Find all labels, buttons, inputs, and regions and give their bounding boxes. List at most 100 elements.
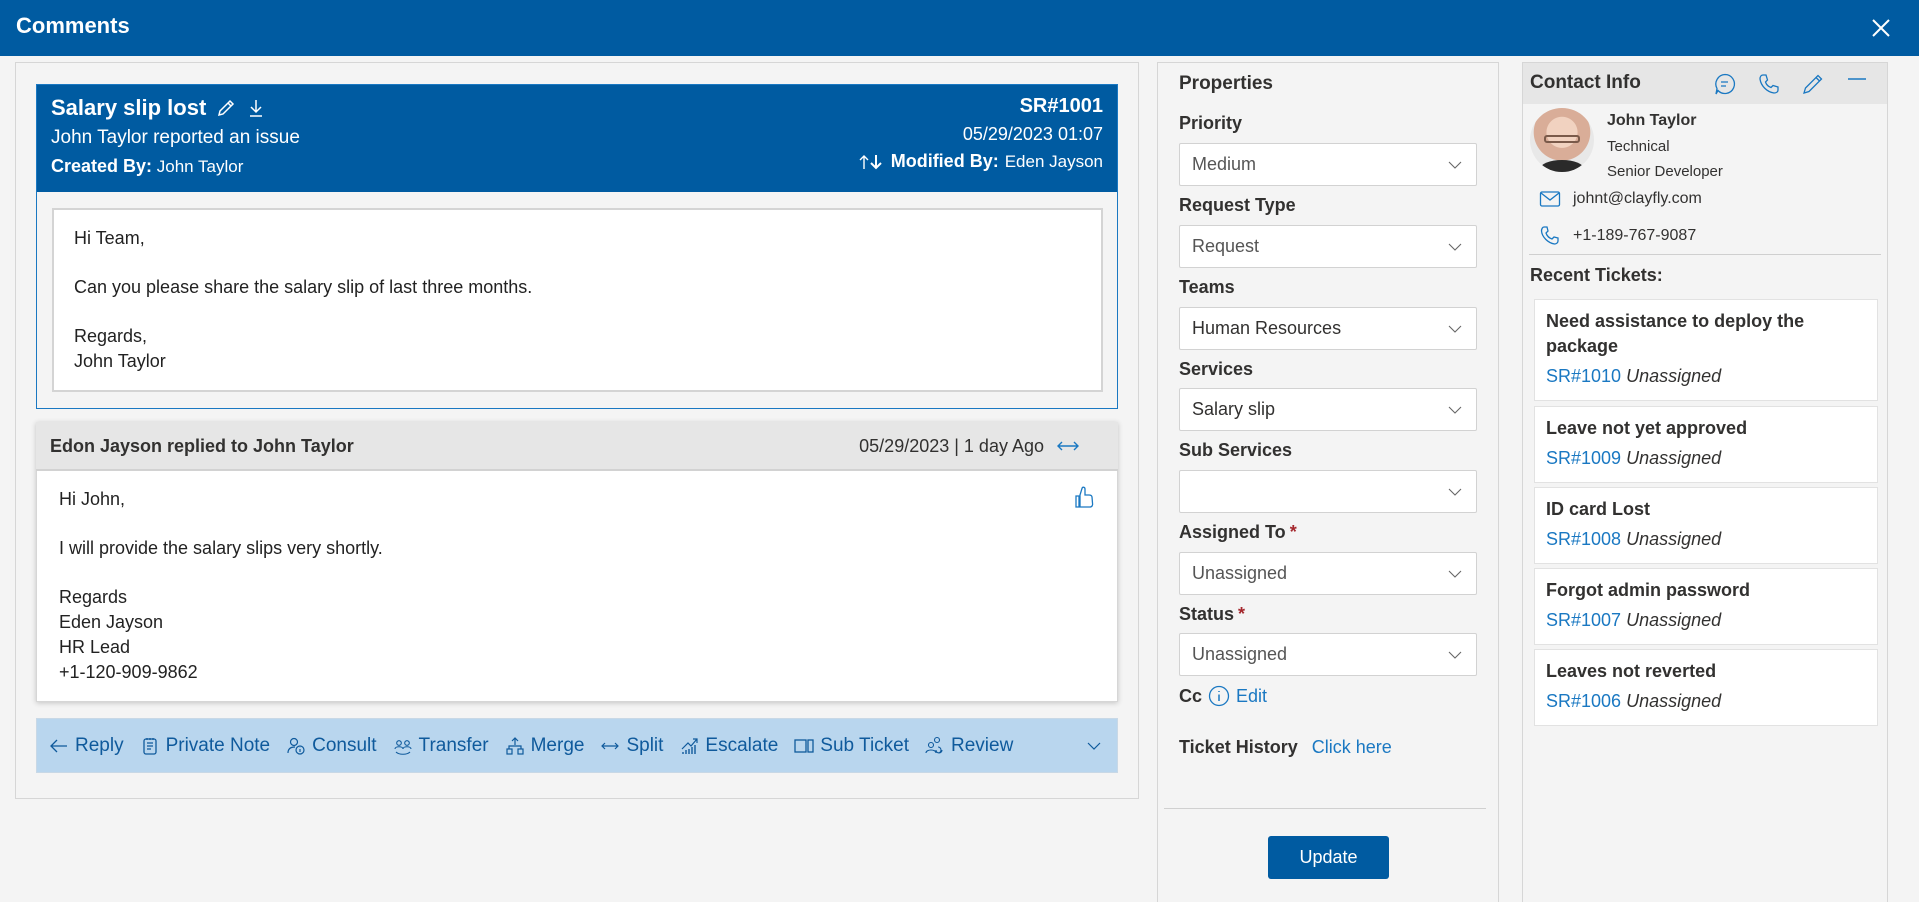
reply-signature-phone: +1-120-909-9862 xyxy=(59,662,198,682)
merge-button[interactable]: Merge xyxy=(505,734,585,757)
phone-icon[interactable] xyxy=(1757,72,1781,96)
properties-panel: Properties Priority Medium Request Type … xyxy=(1157,62,1499,902)
chevron-down-icon xyxy=(1448,651,1462,659)
contact-name: John Taylor xyxy=(1607,112,1697,129)
edit-icon[interactable] xyxy=(1801,72,1825,96)
teams-select[interactable]: Human Resources xyxy=(1179,307,1477,350)
consult-icon xyxy=(286,736,306,756)
transfer-label: Transfer xyxy=(418,734,489,756)
chevron-down-icon xyxy=(1448,488,1462,496)
recent-tickets-label: Recent Tickets: xyxy=(1530,265,1663,285)
contact-role: Senior Developer xyxy=(1607,163,1723,180)
recent-ticket-item[interactable]: Leaves not reverted SR#1006 Unassigned xyxy=(1534,649,1878,726)
chevron-down-icon xyxy=(1448,406,1462,414)
merge-label: Merge xyxy=(530,734,585,756)
dialog-title: Comments xyxy=(16,13,130,38)
contact-phone-row: +1-189-767-9087 xyxy=(1539,226,1696,246)
services-label: Services xyxy=(1179,359,1254,379)
reply-signature-title: HR Lead xyxy=(59,637,131,657)
reply-greeting: Hi John, xyxy=(59,489,126,509)
update-button[interactable]: Update xyxy=(1268,836,1389,879)
escalate-button[interactable]: Escalate xyxy=(679,735,778,757)
escalate-icon xyxy=(679,736,699,756)
reply-timestamp: 05/29/2023 | 1 day Ago xyxy=(859,436,1044,456)
recent-ticket-title: Need assistance to deploy the package xyxy=(1546,311,1805,356)
chevron-down-icon[interactable] xyxy=(1085,737,1103,755)
status-select[interactable]: Unassigned xyxy=(1179,633,1477,676)
request-type-select[interactable]: Request xyxy=(1179,225,1477,268)
mail-icon xyxy=(1539,189,1561,209)
contact-info-header: Contact Info xyxy=(1523,63,1887,104)
split-button[interactable]: Split xyxy=(600,735,663,757)
arrow-left-icon xyxy=(49,736,69,756)
expand-arrows-icon[interactable] xyxy=(1056,439,1080,453)
sub-ticket-label: Sub Ticket xyxy=(820,734,910,756)
recent-ticket-id[interactable]: SR#1006 xyxy=(1546,691,1621,711)
consult-button[interactable]: Consult xyxy=(286,735,377,757)
ticket-subtitle: John Taylor reported an issue xyxy=(51,127,300,148)
review-button[interactable]: Review xyxy=(925,735,1013,757)
thumbs-up-icon[interactable] xyxy=(1073,485,1095,509)
chevron-down-icon xyxy=(1448,161,1462,169)
recent-ticket-title: Forgot admin password xyxy=(1546,580,1751,600)
cc-row: Cc Edit xyxy=(1179,685,1267,707)
created-by-value: John Taylor xyxy=(156,157,244,176)
assigned-to-value: Unassigned xyxy=(1192,563,1288,583)
request-type-label: Request Type xyxy=(1179,195,1296,215)
recent-ticket-status: Unassigned xyxy=(1626,366,1722,386)
ticket-modified-by: Modified By: Eden Jayson xyxy=(857,151,1103,172)
sub-ticket-button[interactable]: Sub Ticket xyxy=(794,735,909,757)
reply-header: Edon Jayson replied to John Taylor 05/29… xyxy=(36,422,1118,471)
reply-button[interactable]: Reply xyxy=(49,735,124,757)
assigned-to-label: Assigned To * xyxy=(1179,522,1297,543)
assigned-to-select[interactable]: Unassigned xyxy=(1179,552,1477,595)
download-icon[interactable] xyxy=(246,98,266,118)
recent-ticket-id[interactable]: SR#1007 xyxy=(1546,610,1621,630)
reply-card: Edon Jayson replied to John Taylor 05/29… xyxy=(36,422,1118,702)
ticket-header: Salary slip lost John Taylor reported an… xyxy=(37,85,1117,192)
transfer-button[interactable]: Transfer xyxy=(393,735,489,757)
edit-pencil-icon[interactable] xyxy=(216,98,236,118)
contact-phone[interactable]: +1-189-767-9087 xyxy=(1573,227,1696,245)
properties-divider xyxy=(1164,808,1486,809)
recent-ticket-item[interactable]: Need assistance to deploy the package SR… xyxy=(1534,299,1878,401)
sort-arrows-icon[interactable] xyxy=(857,153,885,171)
priority-value: Medium xyxy=(1192,154,1257,174)
escalate-label: Escalate xyxy=(705,734,779,756)
recent-ticket-id[interactable]: SR#1008 xyxy=(1546,529,1621,549)
modified-by-label: Modified By: xyxy=(890,151,999,171)
reply-text: I will provide the salary slips very sho… xyxy=(59,538,383,558)
ticket-title: Salary slip lost xyxy=(51,95,207,120)
reply-label: Reply xyxy=(75,734,124,756)
chevron-down-icon xyxy=(1448,570,1462,578)
contact-email[interactable]: johnt@clayfly.com xyxy=(1573,190,1702,208)
chat-icon[interactable] xyxy=(1713,72,1737,96)
status-value: Unassigned xyxy=(1192,644,1288,664)
sub-services-select[interactable] xyxy=(1179,470,1477,513)
private-note-label: Private Note xyxy=(165,734,271,756)
recent-ticket-id[interactable]: SR#1009 xyxy=(1546,448,1621,468)
cc-edit-link[interactable]: Edit xyxy=(1236,686,1267,707)
recent-ticket-item[interactable]: ID card Lost SR#1008 Unassigned xyxy=(1534,487,1878,564)
required-asterisk: * xyxy=(1238,604,1246,624)
note-icon xyxy=(140,736,160,756)
recent-ticket-id[interactable]: SR#1010 xyxy=(1546,366,1621,386)
split-label: Split xyxy=(626,734,664,756)
recent-ticket-status: Unassigned xyxy=(1626,448,1722,468)
review-icon xyxy=(925,736,945,756)
services-select[interactable]: Salary slip xyxy=(1179,388,1477,431)
dialog-title-bar: Comments xyxy=(0,0,1919,56)
ticket-history-link[interactable]: Click here xyxy=(1312,737,1392,758)
minimize-icon[interactable] xyxy=(1845,72,1869,96)
info-icon[interactable] xyxy=(1208,685,1230,707)
recent-ticket-item[interactable]: Leave not yet approved SR#1009 Unassigne… xyxy=(1534,406,1878,483)
close-icon[interactable] xyxy=(1869,16,1893,40)
private-note-button[interactable]: Private Note xyxy=(140,734,271,757)
ticket-card: Salary slip lost John Taylor reported an… xyxy=(36,84,1118,409)
sub-services-label: Sub Services xyxy=(1179,440,1293,460)
teams-label: Teams xyxy=(1179,277,1235,297)
cc-label: Cc xyxy=(1179,685,1203,706)
message-text: Can you please share the salary slip of … xyxy=(74,277,533,297)
recent-ticket-item[interactable]: Forgot admin password SR#1007 Unassigned xyxy=(1534,568,1878,645)
priority-select[interactable]: Medium xyxy=(1179,143,1477,186)
